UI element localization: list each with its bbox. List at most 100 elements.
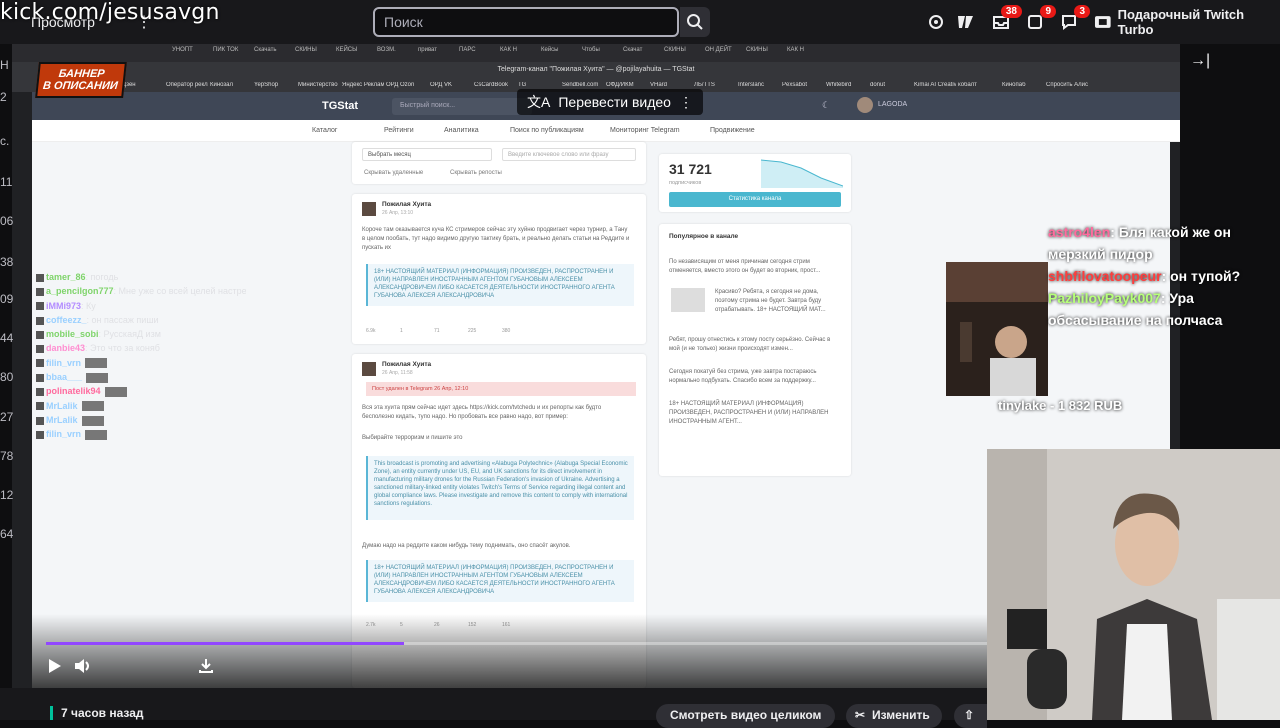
bookmark-item: Pexsabot [782, 82, 808, 88]
popular-item: Сегодня покатуй без стрима, уже завтра п… [669, 369, 817, 384]
overlay-chat-message: astro4len: Бля какой же он мерзкий пидор [1048, 221, 1278, 265]
post-stat: 380 [502, 328, 511, 334]
share-button[interactable]: ⇧ [954, 704, 987, 728]
browser-tab: ОН ДЕЙТ [705, 47, 732, 53]
subscriber-count: 31 721 [669, 161, 712, 177]
prime-loot-icon[interactable] [925, 11, 947, 33]
subscriber-sparkline [761, 159, 843, 188]
chat-emote [81, 415, 104, 426]
whispers-badge: 3 [1074, 5, 1090, 18]
popular-title: Популярное в канале [669, 233, 739, 240]
filter-card: Выбрать месяц Введите ключевое слово или… [352, 142, 646, 184]
chat-separator: : [113, 286, 119, 297]
chat-username: danbie43 [46, 343, 86, 354]
sidebar-channel-count: 12 [0, 488, 14, 502]
browser-tab: ПАРС [459, 47, 476, 53]
sidebar-channel-count: 38 [0, 255, 14, 269]
sidebar-channel-count: 06 [0, 214, 14, 228]
chat-badge-icon [36, 416, 44, 425]
player-controls [32, 614, 987, 688]
whispers-icon[interactable]: 3 [1058, 5, 1090, 33]
search-button[interactable] [680, 7, 710, 37]
chat-badge-icon [36, 430, 44, 439]
chat-message: MrLalik [36, 399, 246, 413]
bookmark-item: Sendbell.com [562, 82, 599, 88]
turbo-icon [1094, 16, 1111, 28]
chat-message: a_pencilgon777: Мне уже со всей целей на… [36, 284, 246, 298]
bookmark-item: Interslanc [738, 82, 765, 88]
activity-icon[interactable]: 9 [1024, 5, 1056, 33]
expand-chat-icon[interactable]: →| [1190, 52, 1210, 70]
bookmark-item: VHard [650, 82, 668, 88]
donation-alert: tinylake - 1 832 RUB [998, 398, 1123, 413]
subscriber-label: подписчиков [669, 180, 702, 186]
stream-chat-overlay: tamer_86: погодь a_pencilgon777: Мне уже … [36, 270, 246, 490]
streamer-webcam [987, 449, 1280, 720]
browser-tab: ВОЗМ. [377, 47, 396, 53]
post-date: 26 Апр, 13:10 [382, 210, 414, 216]
chat-username: iMMi973 [46, 300, 82, 311]
translate-video-button[interactable]: 文A Перевести видео ⋮ [517, 89, 703, 115]
chat-username: mobile_sobi [46, 329, 99, 340]
search-input[interactable]: Поиск [373, 7, 679, 37]
download-icon[interactable] [198, 658, 214, 674]
browser-tab: Скачат [623, 47, 643, 53]
inbox-badge: 38 [1000, 5, 1022, 18]
chat-username: filin_vrn [46, 357, 82, 368]
chat-message: MrLalik [36, 413, 246, 427]
play-icon[interactable] [48, 658, 62, 674]
sidebar-channel-count: с. [0, 134, 10, 148]
chat-message: filin_vrn [36, 356, 246, 370]
banner-line1: БАННЕР [58, 68, 106, 80]
banner-line2: В ОПИСАНИИ [42, 80, 119, 92]
post-card: Пожилая Хуита 26 Апр, 13:10 Короче там о… [352, 194, 646, 344]
browser-tab: КЕЙСЫ [336, 47, 358, 53]
chat-username: polinatelik94 [46, 386, 101, 397]
popular-thumbnail [671, 288, 705, 312]
filter-deleted-checkbox: Скрывать удаленные [364, 170, 424, 176]
chat-username: filin_vrn [46, 429, 82, 440]
chat-message: mobile_sobi: РусскаяД изм [36, 327, 246, 341]
foreign-agent-notice: 18+ НАСТОЯЩИЙ МАТЕРИАЛ (ИНФОРМАЦИЯ) ПРОИ… [366, 264, 634, 306]
volume-icon[interactable] [74, 658, 92, 674]
highlighted-chat-overlay: astro4len: Бля какой же он мерзкий пидор… [1048, 221, 1278, 361]
chat-username: MrLalik [46, 414, 78, 425]
more-options-icon[interactable]: ⋮ [679, 94, 693, 111]
chat-username: tamer_86 [46, 272, 86, 282]
clip-info-bar [0, 688, 987, 720]
chat-badge-icon [36, 287, 44, 296]
bookmark-item: TG [518, 82, 527, 88]
browser-tab: ПИК ТОК [213, 47, 239, 53]
post-author: Пожилая Хуита [382, 201, 432, 208]
post-outro: Думаю надо на реддите каком нибудь тему … [362, 543, 571, 549]
tgstat-nav-item: Рейтинги [384, 127, 414, 134]
popular-item: Ребят, прошу отнестись к этому посту сер… [669, 337, 831, 352]
user-avatar [857, 97, 873, 113]
browser-tab: СКИНЫ [295, 47, 317, 53]
bits-icon[interactable] [955, 11, 977, 33]
gift-turbo-button[interactable]: Подарочный Twitch Turbo [1094, 7, 1280, 37]
edit-button[interactable]: ✂ Изменить [846, 704, 942, 728]
browser-tab: КАК Н [787, 47, 804, 53]
bookmark-item: Спросить Алису AI [1046, 82, 1088, 88]
overlay-chat-username: shbfilovatoopeur [1048, 268, 1162, 284]
month-select: Выбрать месяц [362, 148, 492, 161]
post-text: Короче там оказывается куча КС стримеров… [362, 227, 630, 251]
tgstat-nav-item: Каталог [312, 127, 338, 134]
watch-full-video-button[interactable]: Смотреть видео целиком [656, 704, 836, 728]
chat-badge-icon [36, 330, 44, 339]
browser-window-title: Telegram-канал "Пожилая Хуита" — @pojila… [12, 62, 1180, 78]
chat-text: погодь [90, 272, 119, 282]
seek-bar[interactable] [46, 642, 987, 645]
sidebar-channel-count: 64 [0, 527, 14, 541]
secondary-webcam [946, 262, 1048, 396]
post-date: 26 Апр, 11:58 [382, 370, 413, 376]
chat-username: MrLalik [46, 400, 78, 411]
tgstat-nav-item: Мониторинг Telegram [610, 127, 680, 134]
inbox-icon[interactable]: 38 [990, 5, 1022, 33]
chat-message: tamer_86: погодь [36, 270, 246, 284]
chat-text: Мне уже со всей целей настрекламе albabу… [118, 286, 246, 297]
sidebar-channel-count: 78 [0, 449, 14, 463]
overlay-chat-message: shbfilovatoopeur: он тупой? [1048, 265, 1278, 287]
popular-item: По независящим от меня причинам сегодня … [669, 259, 821, 274]
